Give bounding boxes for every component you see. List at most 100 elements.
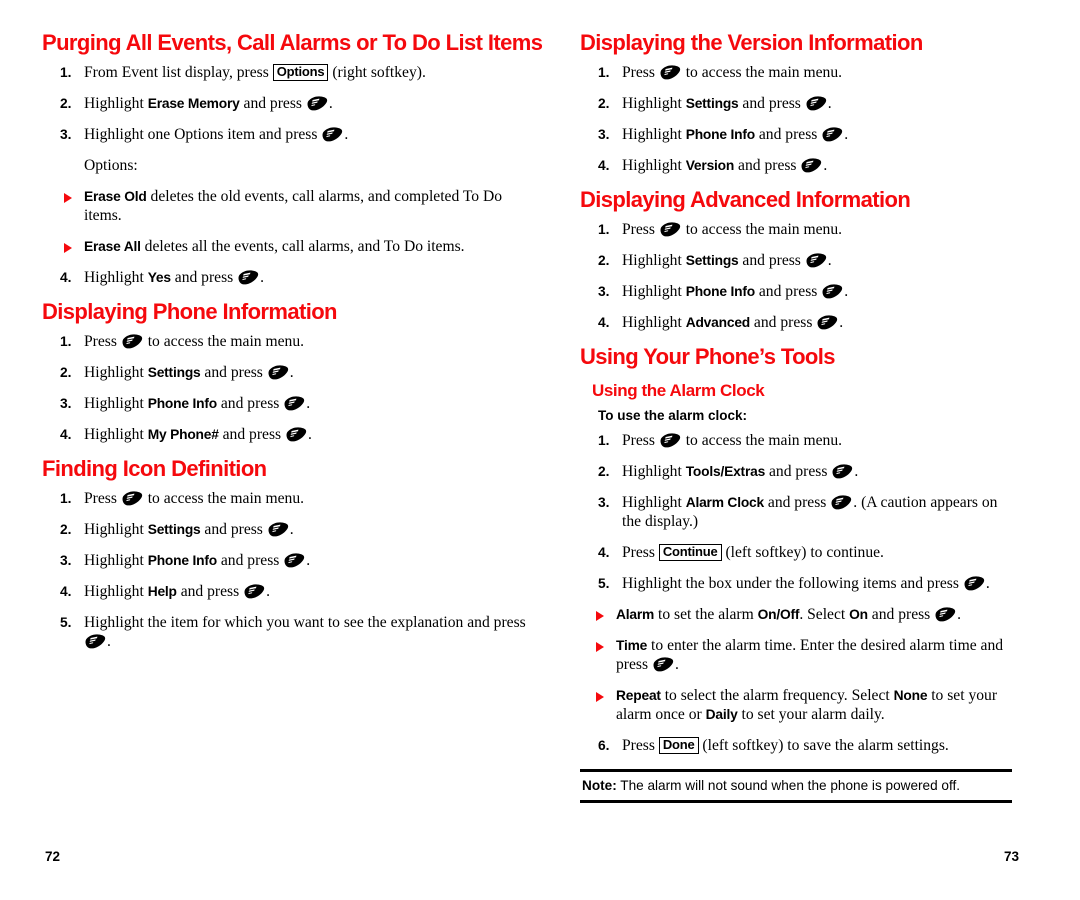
body-text: Highlight [84,395,148,412]
section-right-1: Displaying Advanced Information 1. Press t… [580,187,1012,332]
section-left-2-step: 2. Highlight Settings and press . [42,520,542,539]
body-text: Highlight [84,521,148,538]
body-text: . [266,583,270,600]
body-text: . [344,126,349,143]
step-number: 1. [598,433,610,448]
body-text: Highlight one Options item and press [84,126,322,143]
menu-item-name: My Phone# [147,427,219,442]
body-text: Highlight [84,583,148,600]
body-text: and press [216,395,284,412]
phone-ok-key-icon [806,96,827,111]
section-right-1-step: 1. Press to access the main menu. [580,220,1012,239]
phone-ok-key-icon [935,607,956,622]
section-right-1-step: 2. Highlight Settings and press . [580,251,1012,270]
section-right-0-step: 2. Highlight Settings and press . [580,94,1012,113]
phone-ok-key-icon [85,634,106,649]
menu-item-name: Erase Old [84,189,147,204]
menu-item-name: Alarm [616,607,655,622]
step-number: 1. [598,65,610,80]
section-heading: Finding Icon Definition [42,456,267,481]
body-text: and press [176,583,244,600]
section-left-0-step: 1. From Event list display, press Options… [42,63,542,82]
red-triangle-bullet-icon [64,193,72,203]
section-left-2-step: 4. Highlight Help and press . [42,582,542,601]
softkey-label-continue[interactable]: Continue [658,544,722,561]
section-right-0-step: 3. Highlight Phone Info and press . [580,125,1012,144]
body-text: deletes the old events, call alarms, and… [84,188,503,224]
body-text: . Select [799,606,850,623]
body-text: Press [622,737,659,754]
using-your-phones-tools-section: Using Your Phone’s Tools Using the Alarm … [580,344,1012,803]
body-text: Highlight [622,463,686,480]
phone-ok-key-icon [660,222,681,237]
note-text: The alarm will not sound when the phone … [616,778,961,793]
left-page-sections: Purging All Events, Call Alarms or To Do… [42,30,543,651]
phone-ok-key-icon [268,522,289,537]
step-number: 5. [598,576,610,591]
phone-ok-key-icon [660,65,681,80]
section-right-0-step: 4. Highlight Version and press . [580,156,1012,175]
alarm-clock-bullet: Repeat to select the alarm frequency. Se… [580,686,1012,724]
section-right-0-step-list: 1. Press to access the main menu. 2. Highli… [580,63,1012,175]
section-left-2-step: 3. Highlight Phone Info and press . [42,551,542,570]
body-text: Highlight [622,157,686,174]
softkey-label-done[interactable]: Done [658,737,699,754]
body-text: . [827,95,832,112]
step-number: 1. [60,334,72,349]
step-number: 1. [598,222,610,237]
body-text: and press [754,283,822,300]
body-text: . [854,463,859,480]
menu-item-name: None [893,688,928,703]
body-text: Highlight the box under the following it… [622,575,963,592]
alarm-clock-lead: To use the alarm clock: [598,408,748,423]
menu-item-name: Alarm Clock [685,495,765,510]
phone-ok-key-icon [122,334,143,349]
body-text: . [827,252,832,269]
body-text: Highlight [84,95,148,112]
section-left-0: Purging All Events, Call Alarms or To Do… [42,30,543,287]
menu-item-name: Phone Info [685,284,755,299]
tools-section: Using Your Phone’s Tools Using the Alarm … [580,344,1012,803]
step-number: 2. [598,96,610,111]
body-text: and press [754,126,822,143]
phone-ok-key-icon [964,576,985,591]
phone-ok-key-icon [238,270,259,285]
menu-item-name: Erase All [84,239,141,254]
body-text: . [844,126,849,143]
section-left-0-step: 2. Highlight Erase Memory and press . [42,94,542,113]
step-number: 4. [60,427,72,442]
menu-item-name: Time [616,638,648,653]
body-text: and press [750,314,817,331]
section-left-1-step: 2. Highlight Settings and press . [42,363,542,382]
body-text: and press [218,426,285,443]
body-text: Highlight [622,314,686,331]
tools-heading: Using Your Phone’s Tools [580,344,836,369]
right-page-column: Displaying the Version Information 1. Pres… [580,30,1012,803]
alarm-clock-step-list: 6. Press Done (left softkey) to save the … [580,736,1012,755]
body-text: and press [765,463,832,480]
alarm-clock-step: 2. Highlight Tools/Extras and press . [580,462,1012,481]
body-text: . [306,552,311,569]
body-text: From Event list display, press [84,64,273,81]
phone-ok-key-icon [286,427,307,442]
step-number: 4. [598,545,610,560]
phone-ok-key-icon [832,464,853,479]
step-number: 3. [60,127,72,142]
left-page-column: Purging All Events, Call Alarms or To Do… [42,30,543,663]
body-text: and press [200,364,267,381]
body-text: to select the alarm frequency. Select [660,687,894,704]
body-text: (left softkey) to continue. [721,544,884,561]
menu-item-name: Settings [685,253,739,268]
softkey-label-options[interactable]: Options [272,64,329,81]
step-number: 2. [60,365,72,380]
body-text: and press [738,95,805,112]
alarm-clock-step: 1. Press to access the main menu. [580,431,1012,450]
phone-ok-key-icon [653,657,674,672]
body-text: . [839,314,844,331]
menu-item-name: Erase Memory [147,96,240,111]
section-right-0-step: 1. Press to access the main menu. [580,63,1012,82]
alarm-clock-step: 3. Highlight Alarm Clock and press . (A c… [580,493,1012,531]
step-number: 1. [60,65,72,80]
body-text: Highlight [622,252,686,269]
menu-item-name: Phone Info [147,396,217,411]
